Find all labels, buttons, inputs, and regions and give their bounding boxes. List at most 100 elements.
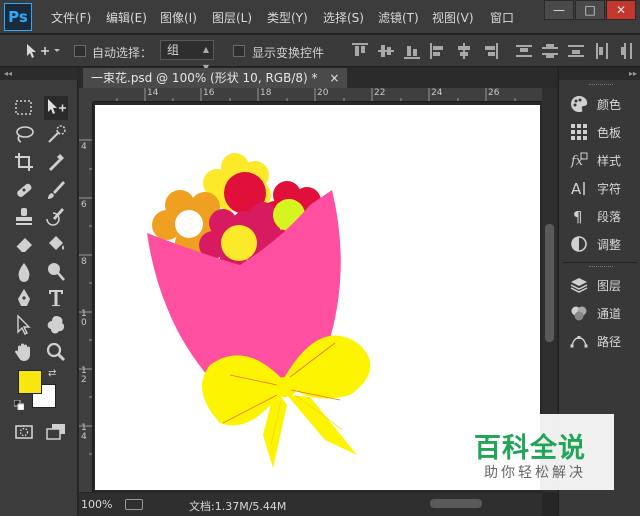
custom-shape-tool-icon[interactable] — [44, 313, 68, 337]
brush-tool-icon[interactable] — [44, 178, 68, 202]
minimize-button[interactable]: — — [544, 0, 574, 20]
spot-healing-brush-tool-icon[interactable] — [12, 178, 36, 202]
horizontal-ruler[interactable]: 14 16 18 20 22 24 26 — [93, 88, 542, 102]
path-selection-tool-icon[interactable] — [12, 313, 36, 337]
foreground-color-swatch[interactable] — [18, 370, 42, 394]
vertical-scroll-thumb[interactable] — [545, 224, 554, 342]
menu-type[interactable]: 类型(Y) — [267, 9, 308, 26]
ruler-label: 6 — [81, 200, 87, 210]
horizontal-scroll-thumb[interactable] — [430, 499, 482, 508]
panel-adjustments[interactable]: 调整 — [565, 232, 640, 256]
crop-tool-icon[interactable] — [12, 150, 36, 174]
watermark-title: 百科全说 — [474, 433, 586, 464]
panel-label: 样式 — [597, 154, 622, 168]
menu-window[interactable]: 窗口 — [490, 9, 514, 26]
panel-color[interactable]: 颜色 — [565, 92, 640, 116]
align-bottom-edges-icon[interactable] — [404, 43, 420, 59]
clone-stamp-tool-icon[interactable] — [12, 205, 36, 229]
move-tool-icon[interactable] — [44, 96, 68, 120]
align-horizontal-centers-icon[interactable] — [456, 43, 472, 59]
menu-edit[interactable]: 编辑(E) — [106, 9, 147, 26]
tools-panel: ◂◂ ⇄ — [0, 68, 78, 516]
palette-icon — [569, 94, 589, 114]
panel-swatches[interactable]: 色板 — [565, 120, 640, 144]
hand-tool-icon[interactable] — [12, 340, 36, 364]
default-colors-icon[interactable] — [13, 399, 25, 411]
horizontal-scrollbar[interactable] — [300, 493, 542, 516]
panel-label: 调整 — [597, 238, 622, 252]
panel-styles[interactable]: fx 样式 — [565, 148, 640, 172]
transform-controls-checkbox[interactable] — [233, 45, 245, 57]
ruler-label: 1 0 — [81, 309, 87, 328]
ruler-corner[interactable] — [79, 88, 93, 102]
blur-tool-icon[interactable] — [12, 260, 36, 284]
status-info-icon[interactable] — [125, 499, 143, 510]
ruler-label: 20 — [317, 88, 329, 98]
eraser-tool-icon[interactable] — [12, 232, 36, 256]
paths-icon — [569, 331, 589, 351]
history-brush-tool-icon[interactable] — [44, 205, 68, 229]
menu-file[interactable]: 文件(F) — [51, 9, 91, 26]
panel-grip[interactable] — [589, 266, 613, 268]
status-bar: 100% 文档:1.37M/5.44M — [79, 493, 300, 516]
ruler-label: 1 2 — [81, 366, 87, 385]
menu-filter[interactable]: 滤镜(T) — [378, 9, 419, 26]
distribute-left-icon[interactable] — [594, 43, 610, 59]
dodge-tool-icon[interactable] — [44, 260, 68, 284]
panel-dock-header[interactable]: ▸▸ — [559, 68, 640, 80]
zoom-tool-icon[interactable] — [44, 340, 68, 364]
quick-selection-tool-icon[interactable] — [44, 123, 68, 147]
panel-label: 段落 — [597, 210, 622, 224]
swap-colors-icon[interactable]: ⇄ — [48, 368, 56, 379]
rectangular-marquee-tool-icon[interactable] — [12, 96, 36, 120]
distribute-top-icon[interactable] — [516, 43, 532, 59]
distribute-vertical-centers-icon[interactable] — [542, 43, 558, 59]
vertical-ruler[interactable]: 4 6 8 1 0 1 2 1 4 — [79, 102, 93, 492]
menu-layer[interactable]: 图层(L) — [212, 9, 252, 26]
document-tab[interactable]: 一束花.psd @ 100% (形状 10, RGB/8) * × — [83, 68, 348, 88]
panel-label: 通道 — [597, 307, 622, 321]
auto-select-checkbox[interactable] — [74, 45, 86, 57]
tools-panel-header[interactable]: ◂◂ — [0, 68, 78, 80]
maximize-button[interactable]: □ — [575, 0, 605, 20]
panel-paragraph[interactable]: ¶ 段落 — [565, 204, 640, 228]
panel-label: 色板 — [597, 126, 622, 140]
ruler-label: 24 — [431, 88, 443, 98]
ruler-label: 16 — [203, 88, 215, 98]
panel-layers[interactable]: 图层 — [565, 273, 640, 297]
character-icon: A — [569, 178, 589, 198]
paint-bucket-tool-icon[interactable] — [44, 232, 68, 256]
svg-text:A: A — [571, 180, 582, 198]
screen-mode-icon[interactable] — [44, 420, 68, 444]
menu-view[interactable]: 视图(V) — [432, 9, 474, 26]
align-vertical-centers-icon[interactable] — [378, 43, 394, 59]
align-left-edges-icon[interactable] — [430, 43, 446, 59]
close-button[interactable]: ✕ — [606, 0, 636, 20]
distribute-bottom-icon[interactable] — [568, 43, 584, 59]
ruler-label: 4 — [81, 142, 87, 152]
panel-label: 字符 — [597, 182, 622, 196]
panel-paths[interactable]: 路径 — [565, 329, 640, 353]
panel-label: 颜色 — [597, 98, 622, 112]
menu-image[interactable]: 图像(I) — [160, 9, 197, 26]
panel-separator — [563, 262, 637, 263]
panel-grip[interactable] — [589, 84, 613, 86]
eyedropper-tool-icon[interactable] — [44, 150, 68, 174]
pen-tool-icon[interactable] — [12, 286, 36, 310]
panel-channels[interactable]: 通道 — [565, 301, 640, 325]
quick-mask-icon[interactable] — [12, 420, 36, 444]
panel-label: 图层 — [597, 279, 622, 293]
distribute-horizontal-centers-icon[interactable] — [620, 43, 636, 59]
move-tool-icon[interactable] — [24, 42, 62, 60]
auto-select-dropdown[interactable]: 组 ▲▼ — [160, 40, 214, 72]
align-right-edges-icon[interactable] — [482, 43, 498, 59]
close-tab-icon[interactable]: × — [329, 71, 339, 85]
type-tool-icon[interactable] — [44, 286, 68, 310]
menu-select[interactable]: 选择(S) — [323, 9, 364, 26]
panel-character[interactable]: A 字符 — [565, 176, 640, 200]
zoom-level[interactable]: 100% — [81, 498, 112, 511]
auto-select-value: 组 — [167, 43, 180, 57]
align-top-edges-icon[interactable] — [352, 43, 368, 59]
document-tab-title: 一束花.psd @ 100% (形状 10, RGB/8) * — [91, 71, 318, 85]
lasso-tool-icon[interactable] — [12, 123, 36, 147]
